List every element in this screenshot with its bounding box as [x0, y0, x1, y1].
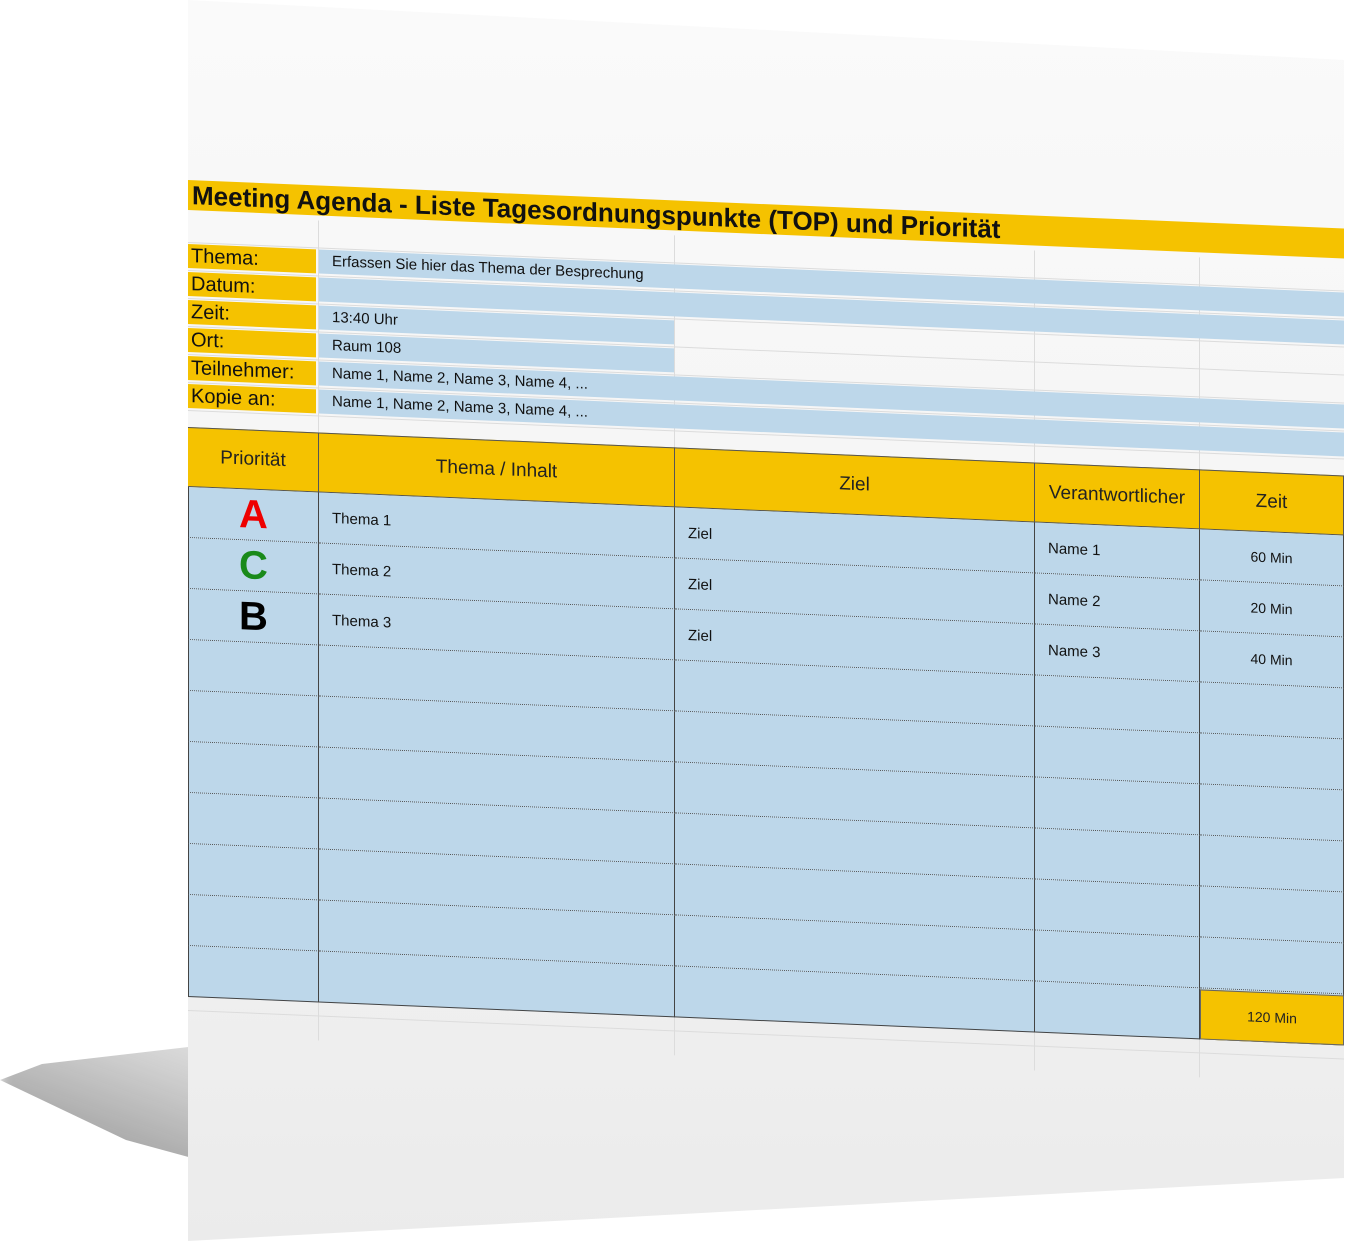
table-row: C Thema 2 Ziel Name 2 20 Min	[188, 0, 1344, 638]
cell-verantwortlicher[interactable]	[1035, 675, 1200, 734]
field-label-kopie: Kopie an:	[188, 384, 316, 414]
cell-verantwortlicher-text: Name 1	[1048, 539, 1101, 559]
cell-prioritaet[interactable]: A	[188, 487, 319, 544]
header-prioritaet: Priorität	[188, 427, 319, 493]
cell-prioritaet[interactable]	[188, 895, 319, 952]
cell-zeit[interactable]	[1200, 682, 1344, 740]
priority-badge: B	[239, 593, 268, 639]
table-row	[188, 0, 1344, 1046]
cell-zeit[interactable]	[1200, 733, 1344, 791]
cell-verantwortlicher[interactable]	[1035, 726, 1200, 785]
field-label-zeit: Zeit:	[188, 300, 316, 330]
cell-verantwortlicher[interactable]: Name 3	[1035, 624, 1200, 683]
cell-prioritaet[interactable]	[188, 793, 319, 850]
agenda-sheet: Meeting Agenda - Liste Tagesordnungspunk…	[188, 0, 1344, 1241]
table-row: A Thema 1 Ziel Name 1 60 Min	[188, 0, 1344, 587]
field-label-thema: Thema:	[188, 244, 316, 274]
priority-badge: C	[239, 542, 268, 588]
cell-zeit[interactable]	[1200, 835, 1344, 893]
page-title: Meeting Agenda - Liste Tagesordnungspunk…	[188, 180, 1344, 259]
table-row	[188, 0, 1344, 893]
header-zeit: Zeit	[1200, 469, 1344, 536]
cell-ziel-text: Ziel	[688, 575, 713, 594]
field-label-ort: Ort:	[188, 328, 316, 358]
table-row	[188, 0, 1344, 995]
cell-verantwortlicher[interactable]: Name 2	[1035, 573, 1200, 632]
cell-prioritaet[interactable]: C	[188, 538, 319, 595]
table-row	[188, 0, 1344, 842]
cell-zeit[interactable]	[1200, 937, 1344, 995]
cell-prioritaet[interactable]	[188, 691, 319, 748]
field-label-teilnehmer: Teilnehmer:	[188, 356, 316, 386]
cell-zeit[interactable]: 20 Min	[1200, 580, 1344, 638]
cell-prioritaet[interactable]	[188, 844, 319, 901]
cell-prioritaet[interactable]: B	[188, 589, 319, 646]
cell-verantwortlicher[interactable]	[1035, 879, 1200, 938]
spreadsheet-area: Meeting Agenda - Liste Tagesordnungspunk…	[188, 0, 1344, 1241]
cell-verantwortlicher[interactable]	[1035, 777, 1200, 836]
cell-prioritaet[interactable]	[188, 946, 319, 1003]
cell-ziel-text: Ziel	[688, 626, 713, 645]
table-row	[188, 0, 1344, 944]
header-verantwortlicher: Verantwortlicher	[1035, 462, 1200, 530]
cell-thema-text: Thema 3	[332, 611, 392, 632]
cell-prioritaet[interactable]	[188, 742, 319, 799]
field-label-datum: Datum:	[188, 272, 316, 302]
total-time: 120 Min	[1200, 989, 1344, 1046]
table-row	[188, 0, 1344, 791]
cell-thema-text: Thema 2	[332, 560, 392, 581]
table-row: B Thema 3 Ziel Name 3 40 Min	[188, 0, 1344, 689]
table-row	[188, 0, 1344, 740]
cell-zeit-text: 20 Min	[1250, 599, 1293, 618]
cell-zeit-text: 60 Min	[1250, 548, 1293, 567]
cell-zeit[interactable]: 40 Min	[1200, 631, 1344, 689]
cell-zeit-text: 40 Min	[1250, 650, 1293, 669]
cell-ziel-text: Ziel	[688, 524, 713, 543]
priority-badge: A	[239, 491, 268, 537]
cell-verantwortlicher[interactable]: Name 1	[1035, 522, 1200, 581]
cell-zeit[interactable]: 60 Min	[1200, 529, 1344, 587]
cell-prioritaet[interactable]	[188, 640, 319, 697]
cell-zeit[interactable]	[1200, 784, 1344, 842]
cell-verantwortlicher[interactable]	[1035, 930, 1200, 989]
cell-zeit[interactable]	[1200, 886, 1344, 944]
agenda-table-body: A Thema 1 Ziel Name 1 60 Min C Thema 2 Ziel Name…	[188, 0, 1344, 1046]
cell-verantwortlicher[interactable]	[1035, 981, 1200, 1040]
cell-verantwortlicher[interactable]	[1035, 828, 1200, 887]
cell-verantwortlicher-text: Name 3	[1048, 641, 1101, 661]
cell-thema-text: Thema 1	[332, 509, 392, 530]
cell-verantwortlicher-text: Name 2	[1048, 590, 1101, 610]
